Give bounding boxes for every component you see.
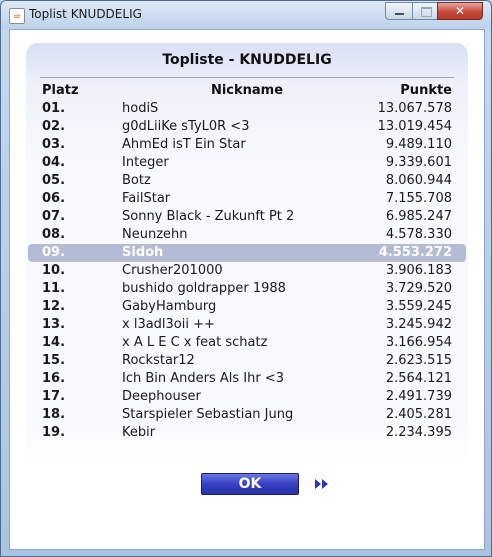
table-row[interactable]: 01. hodiS 13.067.578 bbox=[26, 100, 468, 118]
table-row[interactable]: 02. g0dLiiKe sTyL0R <3 13.019.454 bbox=[26, 118, 468, 136]
title-bar[interactable]: ☕ Toplist KNUDDELIG ✕ bbox=[1, 1, 491, 29]
rank-cell: 18. bbox=[42, 407, 66, 422]
rank-cell: 17. bbox=[42, 389, 66, 404]
nickname-cell: bushido goldrapper 1988 bbox=[122, 281, 286, 296]
nickname-cell: g0dLiiKe sTyL0R <3 bbox=[122, 119, 250, 134]
points-cell: 2.623.515 bbox=[385, 353, 452, 368]
rank-cell: 05. bbox=[42, 173, 66, 188]
rank-cell: 12. bbox=[42, 299, 66, 314]
header-divider bbox=[40, 77, 454, 78]
double-chevron-right-icon[interactable] bbox=[314, 478, 330, 490]
maximize-icon bbox=[421, 7, 432, 17]
nickname-cell: Neunzehn bbox=[122, 227, 188, 242]
table-row[interactable]: 12. GabyHamburg 3.559.245 bbox=[26, 298, 468, 316]
table-row[interactable]: 10. Crusher201000 3.906.183 bbox=[26, 262, 468, 280]
points-cell: 7.155.708 bbox=[385, 191, 452, 206]
rank-cell: 04. bbox=[42, 155, 66, 170]
nickname-cell: x A L E C x feat schatz bbox=[122, 335, 268, 350]
nickname-cell: hodiS bbox=[122, 101, 159, 116]
points-cell: 6.985.247 bbox=[385, 209, 452, 224]
table-row[interactable]: 17. Deephouser 2.491.739 bbox=[26, 388, 468, 406]
points-cell: 13.019.454 bbox=[377, 119, 452, 134]
table-row[interactable]: 13. x l3adl3oii ++ 3.245.942 bbox=[26, 316, 468, 334]
toplist-window: ☕ Toplist KNUDDELIG ✕ Topliste - KNUDDEL… bbox=[0, 0, 492, 557]
table-row[interactable]: 06. FailStar 7.155.708 bbox=[26, 190, 468, 208]
points-cell: 3.559.245 bbox=[385, 299, 452, 314]
nickname-cell: x l3adl3oii ++ bbox=[122, 317, 215, 332]
nickname-cell: Deephouser bbox=[122, 389, 201, 404]
points-cell: 3.245.942 bbox=[385, 317, 452, 332]
points-cell: 13.067.578 bbox=[377, 101, 452, 116]
table-row-current-user[interactable]: 09. Sidoh 4.553.272 bbox=[28, 244, 466, 262]
rank-cell: 19. bbox=[42, 425, 66, 440]
nickname-cell: AhmEd isT Ein Star bbox=[122, 137, 246, 152]
points-cell: 9.489.110 bbox=[385, 137, 452, 152]
minimize-button[interactable] bbox=[385, 2, 413, 20]
toplist-panel: Topliste - KNUDDELIG Platz Nickname Punk… bbox=[26, 43, 468, 463]
points-cell: 3.906.183 bbox=[385, 263, 452, 278]
column-header-points: Punkte bbox=[400, 83, 452, 98]
rank-cell: 13. bbox=[42, 317, 66, 332]
rank-cell: 15. bbox=[42, 353, 66, 368]
nickname-cell: Botz bbox=[122, 173, 151, 188]
table-row[interactable]: 03. AhmEd isT Ein Star 9.489.110 bbox=[26, 136, 468, 154]
nickname-cell: Integer bbox=[122, 155, 169, 170]
rank-cell: 03. bbox=[42, 137, 66, 152]
nickname-cell: Crusher201000 bbox=[122, 263, 223, 278]
rank-cell: 10. bbox=[42, 263, 66, 278]
table-row[interactable]: 11. bushido goldrapper 1988 3.729.520 bbox=[26, 280, 468, 298]
panel-title: Topliste - KNUDDELIG bbox=[162, 52, 332, 68]
table-row[interactable]: 04. Integer 9.339.601 bbox=[26, 154, 468, 172]
table-row[interactable]: 18. Starspieler Sebastian Jung 2.405.281 bbox=[26, 406, 468, 424]
close-icon: ✕ bbox=[454, 4, 466, 18]
rank-cell: 06. bbox=[42, 191, 66, 206]
points-cell: 4.578.330 bbox=[385, 227, 452, 242]
minimize-icon bbox=[395, 13, 404, 15]
toplist-rows: 01. hodiS 13.067.578 02. g0dLiiKe sTyL0R <3 1… bbox=[26, 100, 468, 442]
nickname-cell: GabyHamburg bbox=[122, 299, 217, 314]
points-cell: 3.166.954 bbox=[385, 335, 452, 350]
window-title: Toplist KNUDDELIG bbox=[29, 7, 142, 21]
points-cell: 9.339.601 bbox=[385, 155, 452, 170]
nickname-cell: Rockstar12 bbox=[122, 353, 195, 368]
table-row[interactable]: 15. Rockstar12 2.623.515 bbox=[26, 352, 468, 370]
nickname-cell: Kebir bbox=[122, 425, 156, 440]
table-row[interactable]: 07. Sonny Black - Zukunft Pt 2 6.985.247 bbox=[26, 208, 468, 226]
nickname-cell: Sonny Black - Zukunft Pt 2 bbox=[122, 209, 295, 224]
ok-button[interactable]: OK bbox=[201, 473, 299, 495]
points-cell: 3.729.520 bbox=[385, 281, 452, 296]
rank-cell: 16. bbox=[42, 371, 66, 386]
table-row[interactable]: 16. Ich Bin Anders Als Ihr <3 2.564.121 bbox=[26, 370, 468, 388]
points-cell: 2.491.739 bbox=[385, 389, 452, 404]
points-cell: 4.553.272 bbox=[378, 245, 452, 260]
table-row[interactable]: 19. Kebir 2.234.395 bbox=[26, 424, 468, 442]
rank-cell: 07. bbox=[42, 209, 66, 224]
table-row[interactable]: 05. Botz 8.060.944 bbox=[26, 172, 468, 190]
nickname-cell: Starspieler Sebastian Jung bbox=[122, 407, 294, 422]
points-cell: 2.564.121 bbox=[385, 371, 452, 386]
rank-cell: 09. bbox=[42, 245, 66, 260]
rank-cell: 11. bbox=[42, 281, 66, 296]
java-cup-icon[interactable]: ☕ bbox=[9, 8, 25, 24]
rank-cell: 02. bbox=[42, 119, 66, 134]
table-row[interactable]: 08. Neunzehn 4.578.330 bbox=[26, 226, 468, 244]
dialog-content: Topliste - KNUDDELIG Platz Nickname Punk… bbox=[9, 29, 485, 550]
nickname-cell: Sidoh bbox=[122, 245, 164, 260]
points-cell: 8.060.944 bbox=[385, 173, 452, 188]
rank-cell: 08. bbox=[42, 227, 66, 242]
rank-cell: 14. bbox=[42, 335, 66, 350]
points-cell: 2.405.281 bbox=[385, 407, 452, 422]
nickname-cell: FailStar bbox=[122, 191, 171, 206]
maximize-button[interactable] bbox=[412, 2, 438, 20]
rank-cell: 01. bbox=[42, 101, 66, 116]
close-button[interactable]: ✕ bbox=[437, 2, 483, 20]
nickname-cell: Ich Bin Anders Als Ihr <3 bbox=[122, 371, 285, 386]
table-row[interactable]: 14. x A L E C x feat schatz 3.166.954 bbox=[26, 334, 468, 352]
points-cell: 2.234.395 bbox=[385, 425, 452, 440]
